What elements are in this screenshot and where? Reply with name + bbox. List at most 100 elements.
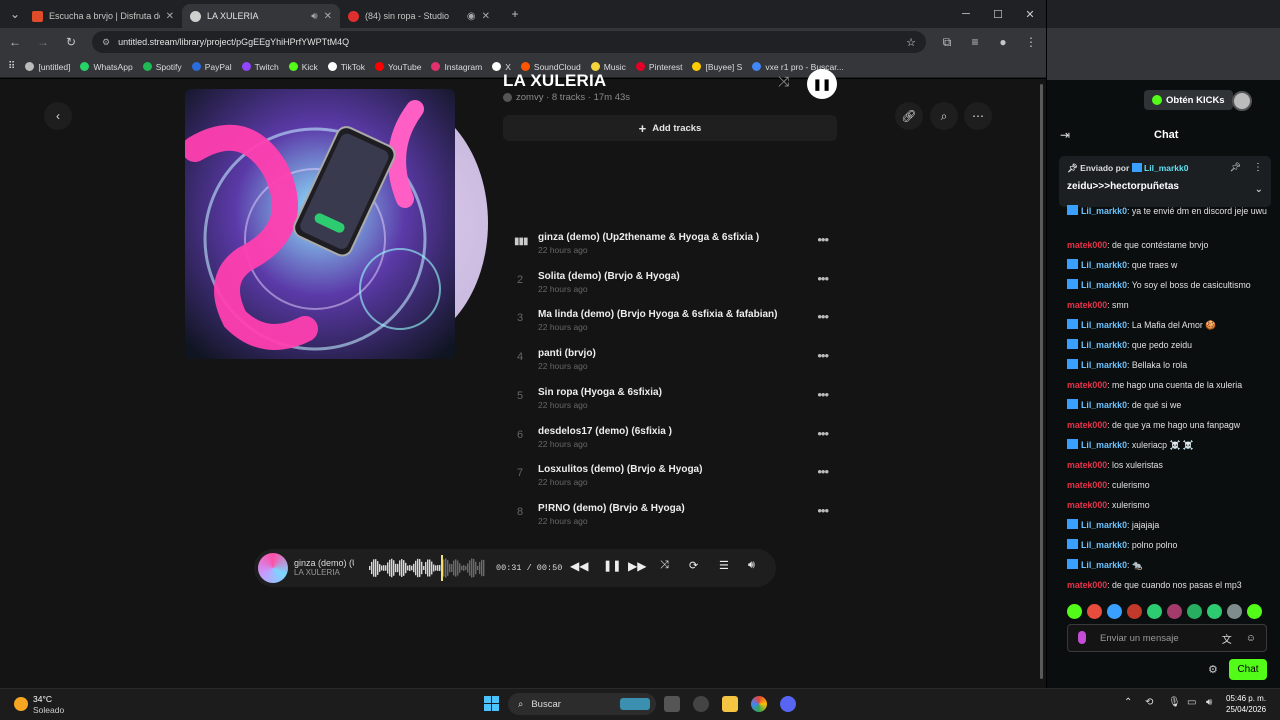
- emote-icon[interactable]: [1247, 604, 1262, 619]
- volume-icon[interactable]: 🔊︎: [748, 559, 755, 572]
- chat-username[interactable]: Lil_markk0: [1081, 280, 1127, 290]
- bookmark-item[interactable]: vxe r1 pro - Buscar...: [752, 62, 844, 72]
- chat-username[interactable]: Lil_markk0: [1081, 360, 1127, 370]
- chat-username[interactable]: Lil_markk0: [1081, 540, 1127, 550]
- repeat-icon[interactable]: ⟳: [689, 559, 698, 572]
- track-row[interactable]: 7 Losxulitos (demo) (Brvjo & Hyoga) 22 hou…: [510, 461, 840, 499]
- minimize-icon[interactable]: ─: [950, 8, 982, 21]
- emote-icon[interactable]: [1207, 604, 1222, 619]
- track-more-icon[interactable]: •••: [817, 503, 829, 518]
- track-row[interactable]: 8 P!RNO (demo) (Brvjo & Hyoga) 22 hours ag…: [510, 500, 840, 538]
- chat-message[interactable]: matek000: xulerismo: [1067, 498, 1267, 512]
- chat-message[interactable]: matek000: culerismo: [1067, 478, 1267, 492]
- more-options-icon[interactable]: ⋯: [964, 102, 992, 130]
- link-icon[interactable]: 🔗︎: [895, 102, 923, 130]
- taskbar-clock[interactable]: 05:46 p. m. 25/04/2026: [1226, 693, 1266, 715]
- gear-icon[interactable]: ⚙: [1208, 663, 1218, 676]
- taskbar-search[interactable]: ⌕ Buscar: [508, 693, 656, 715]
- media-icon[interactable]: ≡: [968, 35, 982, 49]
- menu-icon[interactable]: ⋮: [1024, 35, 1038, 49]
- track-more-icon[interactable]: •••: [817, 387, 829, 402]
- track-more-icon[interactable]: •••: [817, 271, 829, 286]
- pause-button[interactable]: ❚❚: [807, 69, 837, 99]
- track-row[interactable]: 2 Solita (demo) (Brvjo & Hyoga) 22 hours a…: [510, 268, 840, 306]
- emote-icon[interactable]: [1187, 604, 1202, 619]
- track-row[interactable]: 5 Sin ropa (Hyoga & 6sfixia) 22 hours ago •…: [510, 384, 840, 422]
- add-tracks-button[interactable]: + Add tracks: [503, 115, 837, 141]
- track-row[interactable]: 6 desdelos17 (demo) (6sfixia ) 22 hours ag…: [510, 423, 840, 461]
- site-info-icon[interactable]: ⚙: [102, 37, 110, 48]
- chat-message[interactable]: matek000: de que ya me hago una fanpagw: [1067, 418, 1267, 432]
- tab-brvjo[interactable]: Escucha a brvjo | Disfruta de á ✕: [24, 4, 182, 28]
- track-more-icon[interactable]: •••: [817, 232, 829, 247]
- emote-icon[interactable]: [1167, 604, 1182, 619]
- sync-icon[interactable]: ⟲: [1145, 697, 1153, 708]
- shuffle-icon[interactable]: ⤨: [660, 559, 669, 572]
- bookmark-item[interactable]: SoundCloud: [520, 62, 581, 72]
- reload-icon[interactable]: ↻: [64, 35, 78, 49]
- maximize-icon[interactable]: ☐: [982, 8, 1014, 21]
- pause-icon[interactable]: ❚❚: [603, 559, 621, 572]
- emoji-icon[interactable]: ☺: [1246, 633, 1256, 644]
- chat-message[interactable]: Lil_markk0: La Mafia del Amor 🍪: [1067, 318, 1267, 332]
- shuffle-icon[interactable]: ⤨: [778, 73, 789, 90]
- chevron-down-icon[interactable]: ⌄: [1255, 184, 1263, 195]
- scrollbar-thumb[interactable]: [1040, 84, 1043, 679]
- bookmark-star-icon[interactable]: ☆: [906, 36, 916, 49]
- chat-username[interactable]: Lil_markk0: [1081, 520, 1127, 530]
- chat-message[interactable]: Lil_markk0: ya te envié dm en discord je…: [1067, 204, 1267, 218]
- tab-search-icon[interactable]: ⌄: [6, 7, 24, 21]
- bookmark-item[interactable]: WhatsApp: [80, 62, 133, 72]
- chat-username[interactable]: matek000: [1067, 240, 1107, 250]
- track-more-icon[interactable]: •••: [817, 348, 829, 363]
- bookmark-item[interactable]: X: [492, 62, 511, 72]
- track-more-icon[interactable]: •••: [817, 464, 829, 479]
- tab-studio[interactable]: (84) sin ropa - Studio ◉ ✕: [340, 4, 498, 28]
- extensions-icon[interactable]: ⧉: [940, 35, 954, 50]
- weather-condition[interactable]: Soleado: [33, 705, 64, 715]
- chat-username[interactable]: matek000: [1067, 300, 1107, 310]
- track-row[interactable]: 4 panti (brvjo) 22 hours ago •••: [510, 345, 840, 383]
- bookmark-item[interactable]: Pinterest: [635, 62, 682, 72]
- microphone-icon[interactable]: [1078, 631, 1086, 644]
- tab-la-xuleria[interactable]: LA XULERIA 🔊︎ ✕: [182, 4, 340, 28]
- emote-icon[interactable]: [1127, 604, 1142, 619]
- apps-icon[interactable]: ⠿: [8, 61, 15, 72]
- chat-message[interactable]: matek000: smn: [1067, 298, 1267, 312]
- network-icon[interactable]: ▭: [1187, 697, 1196, 708]
- chrome-icon[interactable]: [751, 696, 767, 712]
- chat-username[interactable]: matek000: [1067, 500, 1107, 510]
- start-button[interactable]: [484, 696, 499, 711]
- profile-icon[interactable]: ●: [996, 35, 1010, 49]
- translate-icon[interactable]: 文: [1222, 631, 1232, 646]
- chat-username[interactable]: Lil_markk0: [1081, 260, 1127, 270]
- chat-message[interactable]: Lil_markk0: Yo soy el boss de casicultis…: [1067, 278, 1267, 292]
- file-explorer-icon[interactable]: [722, 696, 738, 712]
- chat-username[interactable]: matek000: [1067, 380, 1107, 390]
- chat-message[interactable]: Lil_markk0: jajajaja: [1067, 518, 1267, 532]
- emote-icon[interactable]: [1107, 604, 1122, 619]
- chat-message[interactable]: Lil_markk0: polno polno: [1067, 538, 1267, 552]
- game-icon[interactable]: [693, 696, 709, 712]
- bookmark-item[interactable]: PayPal: [191, 62, 232, 72]
- waveform-seek-bar[interactable]: [369, 554, 489, 582]
- emote-icon[interactable]: [1227, 604, 1242, 619]
- back-icon[interactable]: ←: [8, 35, 22, 49]
- chat-username[interactable]: Lil_markk0: [1081, 400, 1127, 410]
- chevron-up-icon[interactable]: ⌃: [1124, 697, 1132, 708]
- close-icon[interactable]: ✕: [324, 11, 332, 22]
- chat-username[interactable]: Lil_markk0: [1081, 206, 1127, 216]
- fast-forward-icon[interactable]: ▶▶: [628, 559, 646, 573]
- bookmark-item[interactable]: Kick: [288, 62, 318, 72]
- chat-message[interactable]: Lil_markk0: de qué si we: [1067, 398, 1267, 412]
- emote-icon[interactable]: [1087, 604, 1102, 619]
- chat-username[interactable]: matek000: [1067, 480, 1107, 490]
- bookmark-item[interactable]: Instagram: [431, 62, 482, 72]
- bookmark-item[interactable]: YouTube: [375, 62, 421, 72]
- chat-message[interactable]: Lil_markk0: que traes w: [1067, 258, 1267, 272]
- chat-input[interactable]: Enviar un mensaje 文 ☺: [1067, 624, 1267, 652]
- chat-message[interactable]: Lil_markk0: que pedo zeidu: [1067, 338, 1267, 352]
- new-tab-icon[interactable]: +: [508, 7, 522, 21]
- sun-icon[interactable]: [14, 697, 28, 711]
- track-more-icon[interactable]: •••: [817, 309, 829, 324]
